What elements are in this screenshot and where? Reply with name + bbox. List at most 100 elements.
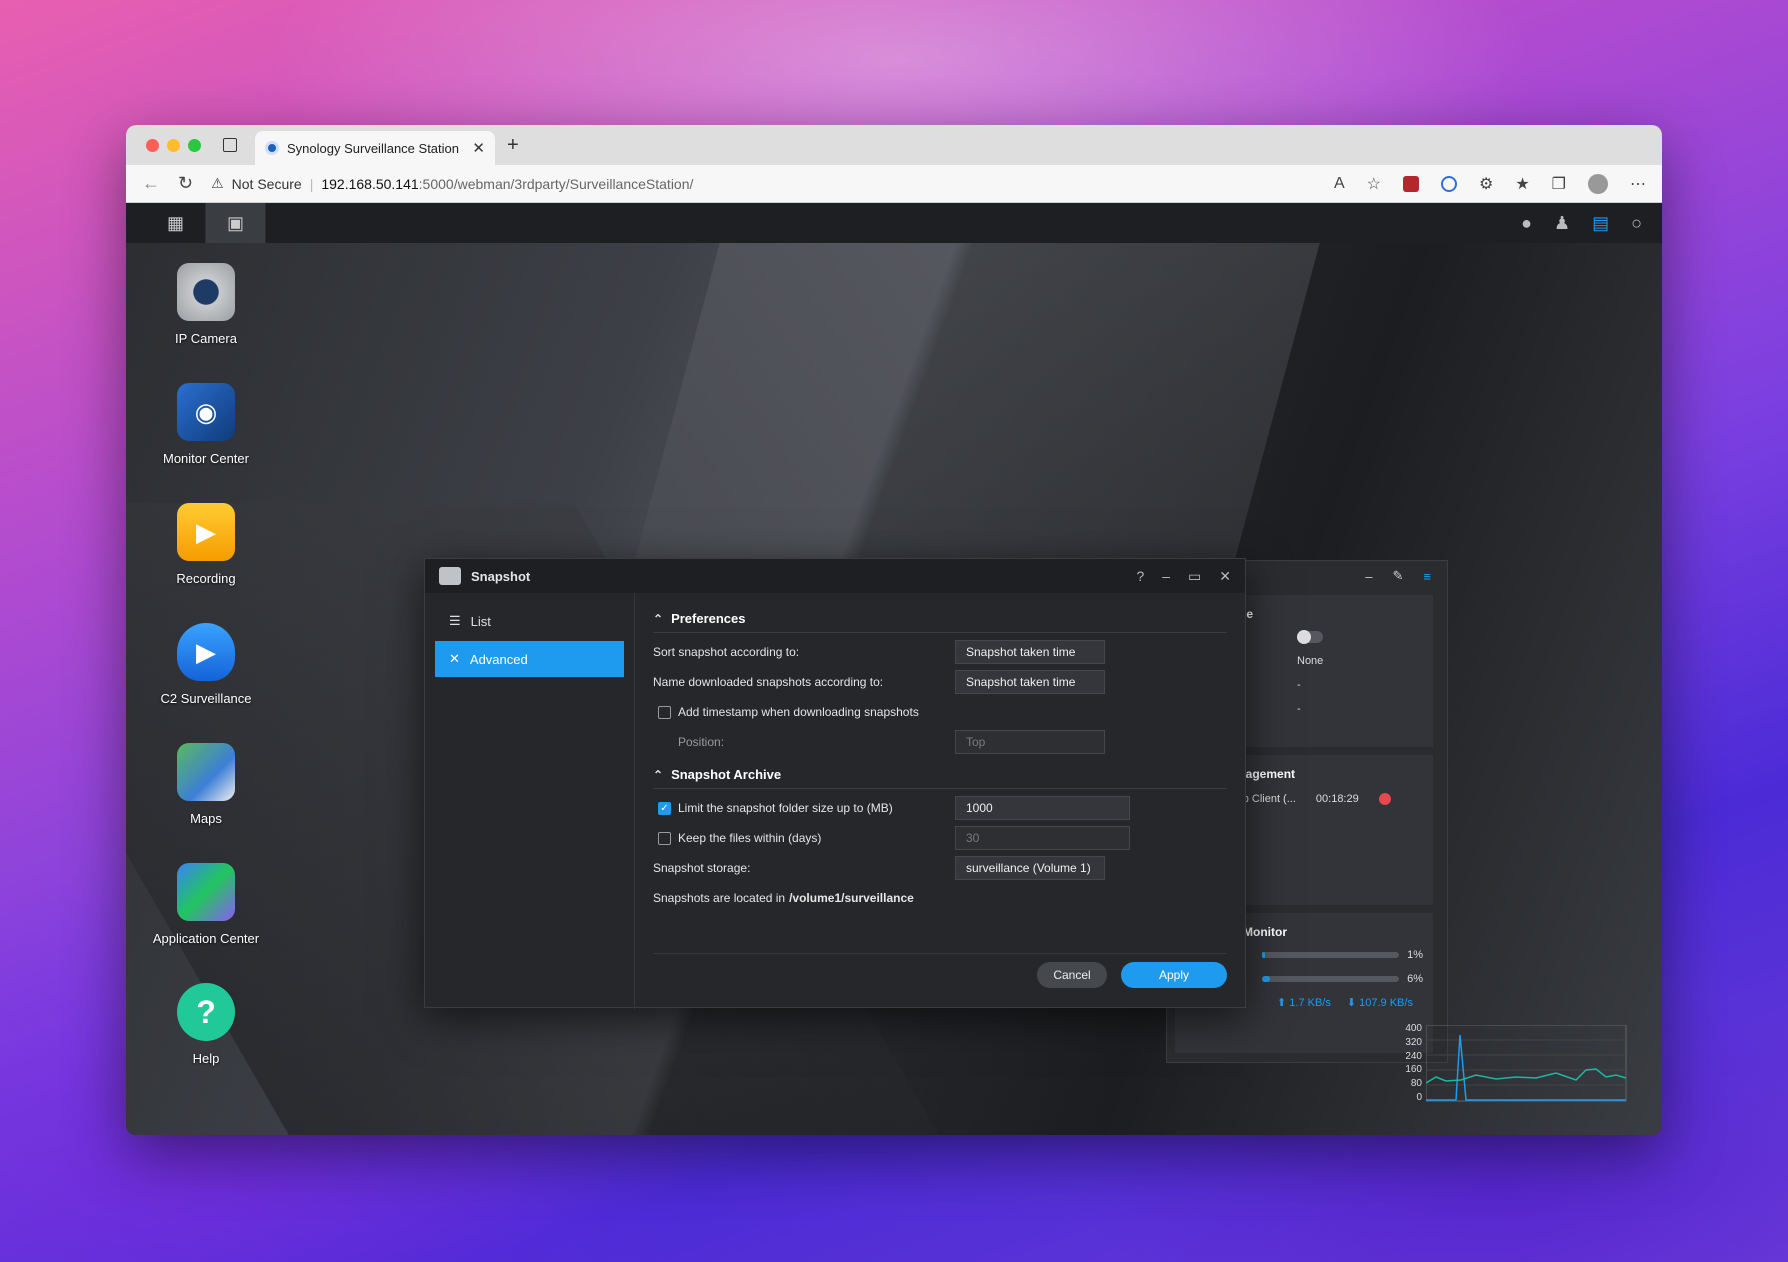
desktop-icon-help[interactable]: ? Help	[136, 983, 276, 1103]
extension-shield-icon[interactable]	[1402, 175, 1419, 192]
storage-label: Snapshot storage:	[653, 861, 751, 875]
position-select[interactable]: Top	[955, 730, 1105, 754]
position-label: Position:	[678, 735, 725, 749]
list-icon: ☰	[449, 613, 461, 628]
widget-settings-icon[interactable]: ≡	[1423, 569, 1431, 584]
main-menu-icon[interactable]: ▦	[146, 203, 206, 243]
archive-section-header[interactable]: ⌃ Snapshot Archive	[653, 761, 1227, 789]
close-window-button[interactable]	[146, 138, 159, 152]
zoom-window-button[interactable]	[188, 138, 201, 152]
storage-select[interactable]: surveillance (Volume 1)	[955, 856, 1105, 880]
keep-checkbox[interactable]	[658, 831, 671, 845]
sort-select[interactable]: Snapshot taken time	[955, 640, 1105, 664]
sidebar-item-label: List	[470, 613, 491, 629]
limit-input[interactable]: 1000	[955, 796, 1130, 820]
desktop-icon-recording[interactable]: ▶ Recording	[136, 503, 276, 623]
help-button[interactable]: ?	[1136, 568, 1144, 585]
section-title: Preferences	[671, 611, 746, 626]
chevron-up-icon: ⌃	[653, 611, 664, 626]
y-tick: 320	[1405, 1036, 1422, 1048]
application-center-icon	[177, 863, 235, 921]
timestamp-checkbox-wrap[interactable]: Add timestamp when downloading snapshots	[653, 705, 936, 719]
location-path: /volume1/surveillance	[789, 891, 914, 905]
name-label: Name downloaded snapshots according to:	[653, 675, 884, 689]
limit-row: ✓ Limit the snapshot folder size up to (…	[653, 793, 1227, 823]
sort-label: Sort snapshot according to:	[653, 645, 800, 659]
favorite-add-icon[interactable]: ☆	[1367, 174, 1381, 194]
maximize-button[interactable]: ▭	[1188, 568, 1201, 585]
collections-icon[interactable]: ❐	[1552, 174, 1566, 194]
password-manager-icon[interactable]	[1440, 175, 1457, 192]
minimize-widget-icon[interactable]: –	[1365, 569, 1372, 584]
snapshot-app-taskbar-icon[interactable]: ▣	[206, 203, 266, 243]
url-separator: |	[309, 175, 314, 192]
help-icon: ?	[177, 983, 235, 1041]
dialog-main: ⌃ Preferences Sort snapshot according to…	[635, 593, 1245, 1009]
notification-icon[interactable]: ●	[1521, 213, 1532, 234]
minimize-button[interactable]: –	[1162, 568, 1170, 585]
monitor-center-icon: ◉	[177, 383, 235, 441]
window-controls	[146, 138, 201, 152]
pin-icon[interactable]: ✎	[1393, 568, 1404, 584]
favorites-icon[interactable]: ★	[1515, 174, 1529, 194]
more-menu-icon[interactable]: ⋯	[1630, 174, 1646, 194]
snapshot-dialog: Snapshot ? – ▭ ✕ ☰ List ✕ Advanced ⌃ Pre…	[424, 558, 1246, 1009]
maps-icon	[177, 743, 235, 801]
dsm-taskbar: ▦ ▣ ● ♟ ▤ ○	[126, 203, 1662, 243]
dialog-header: Snapshot ? – ▭ ✕	[425, 559, 1245, 593]
sort-row: Sort snapshot according to: Snapshot tak…	[653, 637, 1227, 667]
profile-avatar[interactable]	[1588, 173, 1608, 194]
minimize-window-button[interactable]	[167, 138, 180, 152]
timestamp-label: Add timestamp when downloading snapshots	[678, 705, 919, 719]
apply-button[interactable]: Apply	[1121, 962, 1227, 988]
extensions-icon[interactable]: ⚙	[1479, 174, 1493, 194]
desktop-icon-maps[interactable]: Maps	[136, 743, 276, 863]
desktop-icon-label: Monitor Center	[163, 451, 249, 466]
read-aloud-icon[interactable]: A	[1334, 175, 1345, 193]
desktop-icon-c2-surveillance[interactable]: ▶ C2 Surveillance	[136, 623, 276, 743]
close-button[interactable]: ✕	[1219, 568, 1231, 585]
upload-rate: ⬆ 1.7 KB/s	[1277, 996, 1331, 1009]
keep-checkbox-wrap[interactable]: Keep the files within (days)	[653, 831, 955, 845]
ram-bar	[1261, 976, 1400, 982]
desktop-icon-ip-camera[interactable]: IP Camera	[136, 263, 276, 383]
ip-camera-icon	[177, 263, 235, 321]
timestamp-checkbox[interactable]	[658, 705, 671, 719]
dialog-footer: Cancel Apply	[653, 953, 1227, 988]
back-icon[interactable]: ←	[142, 173, 160, 194]
url-field[interactable]: ⚠ Not Secure | 192.168.50.141:5000/webma…	[211, 175, 1316, 192]
y-tick: 240	[1405, 1050, 1422, 1062]
disconnect-client-icon[interactable]	[1378, 793, 1391, 805]
taskbar-right: ● ♟ ▤ ○	[1521, 213, 1662, 234]
snapshot-app-icon	[439, 567, 461, 585]
name-select[interactable]: Snapshot taken time	[955, 670, 1105, 694]
keep-input[interactable]: 30	[955, 826, 1130, 850]
desktop-icons: IP Camera ◉ Monitor Center ▶ Recording ▶…	[136, 263, 276, 1103]
dialog-controls: ? – ▭ ✕	[1136, 568, 1231, 585]
desktop-icon-label: C2 Surveillance	[160, 691, 252, 706]
reload-icon[interactable]: ↻	[178, 173, 193, 194]
limit-checkbox-wrap[interactable]: ✓ Limit the snapshot folder size up to (…	[653, 801, 955, 815]
desktop-icon-monitor-center[interactable]: ◉ Monitor Center	[136, 383, 276, 503]
not-secure-label: Not Secure	[231, 175, 302, 192]
address-bar: ← ↻ ⚠ Not Secure | 192.168.50.141:5000/w…	[126, 165, 1662, 203]
cancel-button[interactable]: Cancel	[1037, 962, 1107, 988]
home-mode-toggle[interactable]	[1297, 630, 1323, 644]
limit-checkbox[interactable]: ✓	[658, 801, 671, 815]
desktop-icon-application-center[interactable]: Application Center	[136, 863, 276, 983]
user-icon[interactable]: ♟	[1554, 213, 1570, 234]
upload-value: 1.7 KB/s	[1289, 996, 1331, 1009]
preferences-section-header[interactable]: ⌃ Preferences	[653, 605, 1227, 633]
sidebar-item-list[interactable]: ☰ List	[435, 603, 624, 639]
sidebar-item-advanced[interactable]: ✕ Advanced	[435, 641, 624, 677]
browser-tab[interactable]: Synology Surveillance Station ✕	[255, 131, 495, 165]
graph-plot	[1426, 1025, 1627, 1102]
new-tab-icon[interactable]: +	[507, 134, 519, 157]
widgets-icon[interactable]: ▤	[1592, 213, 1609, 234]
tab-sidebar-icon[interactable]	[223, 138, 237, 152]
cpu-bar	[1261, 952, 1400, 958]
cpu-bar-fill	[1261, 952, 1265, 958]
limit-label: Limit the snapshot folder size up to (MB…	[678, 801, 893, 815]
search-icon[interactable]: ○	[1631, 213, 1642, 234]
close-tab-icon[interactable]: ✕	[472, 139, 485, 157]
